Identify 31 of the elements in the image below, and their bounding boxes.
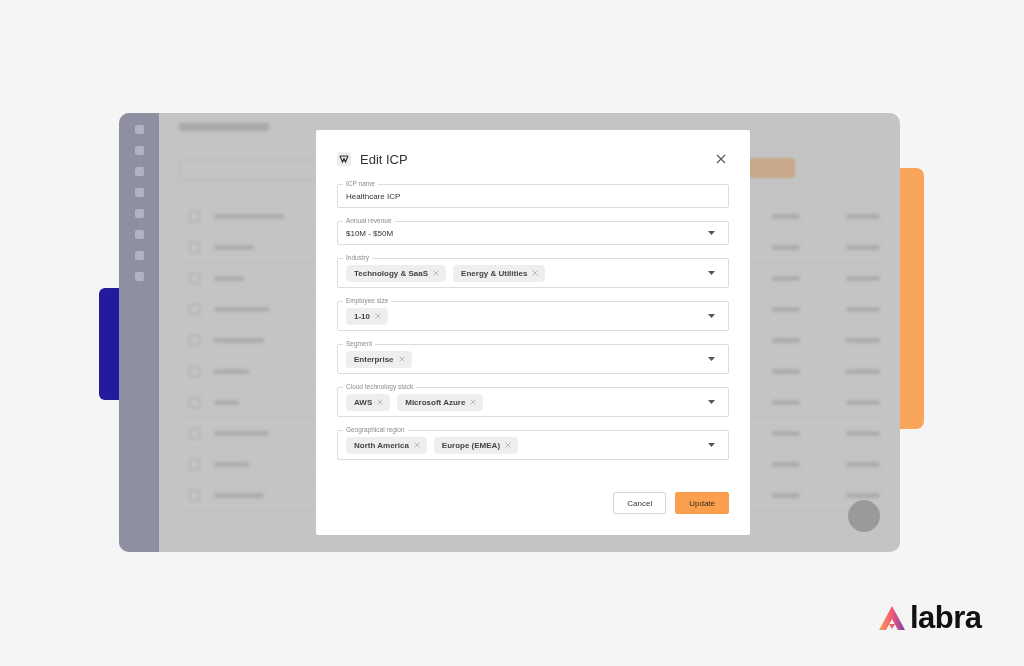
dialog-title: Edit ICP [360,151,409,167]
field-value: Healthcare ICP [346,191,402,201]
chip[interactable]: Microsoft Azure [397,393,484,411]
selected-value: $10M - $50M [346,228,395,238]
close-icon[interactable] [716,154,726,165]
caret-icon[interactable] [708,314,715,319]
remove-icon[interactable] [433,270,440,277]
cancel-button[interactable]: Cancel [613,492,667,515]
remove-icon[interactable] [505,442,512,449]
remove-icon[interactable] [470,399,477,406]
update-button[interactable]: Update [675,492,729,515]
chip[interactable]: Europe (EMEA) [433,436,519,454]
chip[interactable]: Technology & SaaS [346,264,447,282]
remove-icon[interactable] [398,356,405,363]
caret-icon[interactable] [708,443,715,448]
chip[interactable]: AWS [346,393,391,411]
chip[interactable]: 1-10 [346,307,388,325]
chip[interactable]: North America [346,436,427,454]
chip[interactable]: Energy & Utilities [453,264,546,282]
brand-name: labra [910,602,982,634]
remove-icon[interactable] [413,442,420,449]
logo-icon [878,605,906,631]
chip[interactable]: Enterprise [346,350,412,368]
remove-icon[interactable] [532,270,539,277]
caret-icon[interactable] [708,357,715,362]
remove-icon[interactable] [375,313,381,320]
caret-icon[interactable] [708,231,715,236]
app-logo-icon [337,152,351,167]
remove-icon[interactable] [377,399,384,406]
caret-icon[interactable] [708,400,715,405]
caret-icon[interactable] [708,271,715,276]
